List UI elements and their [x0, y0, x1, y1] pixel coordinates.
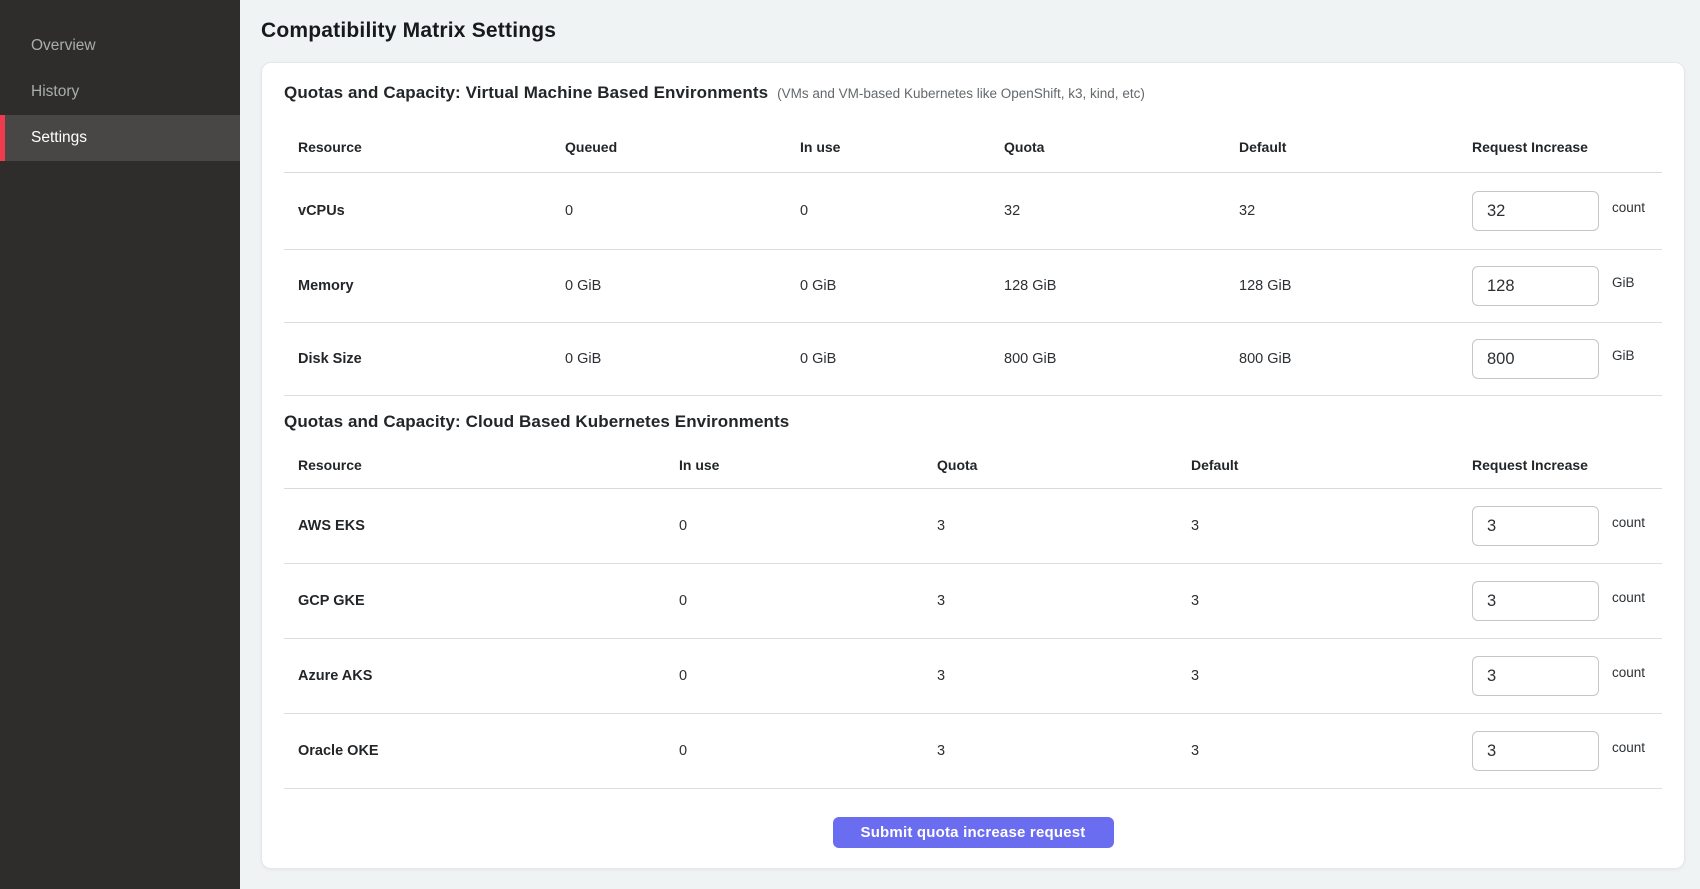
- default-value: 800 GiB: [1239, 351, 1472, 367]
- resource-name: AWS EKS: [298, 518, 679, 534]
- sidebar: Overview History Settings: [0, 0, 240, 889]
- table-row: Memory 0 GiB 0 GiB 128 GiB 128 GiB GiB: [284, 250, 1662, 323]
- in-use-value: 0 GiB: [800, 278, 1004, 294]
- quota-value: 3: [937, 593, 1191, 609]
- request-increase-input[interactable]: [1472, 339, 1599, 379]
- col-request-increase: Request Increase: [1472, 139, 1662, 155]
- queued-value: 0 GiB: [565, 351, 800, 367]
- col-in-use: In use: [679, 457, 937, 473]
- col-resource: Resource: [298, 457, 679, 473]
- sidebar-item-label: Overview: [31, 37, 96, 55]
- cloud-table-header: Resource In use Quota Default Request In…: [284, 438, 1662, 489]
- in-use-value: 0: [679, 743, 937, 759]
- col-default: Default: [1191, 457, 1472, 473]
- table-row: Oracle OKE 0 3 3 count: [284, 714, 1662, 789]
- request-increase-input[interactable]: [1472, 191, 1599, 231]
- table-row: AWS EKS 0 3 3 count: [284, 489, 1662, 564]
- queued-value: 0: [565, 203, 800, 219]
- active-indicator: [0, 115, 5, 161]
- sidebar-item-label: Settings: [31, 129, 87, 147]
- col-in-use: In use: [800, 139, 1004, 155]
- sidebar-item-history[interactable]: History: [0, 69, 240, 115]
- col-resource: Resource: [298, 139, 565, 155]
- submit-row: Submit quota increase request: [284, 817, 1662, 848]
- in-use-value: 0: [679, 518, 937, 534]
- unit-label: GiB: [1612, 348, 1635, 363]
- request-increase-input[interactable]: [1472, 656, 1599, 696]
- queued-value: 0 GiB: [565, 278, 800, 294]
- col-quota: Quota: [937, 457, 1191, 473]
- request-increase-input[interactable]: [1472, 581, 1599, 621]
- unit-label: count: [1612, 590, 1645, 605]
- app-window: Overview History Settings Compatibility …: [0, 0, 1700, 889]
- resource-name: Disk Size: [298, 351, 565, 367]
- in-use-value: 0 GiB: [800, 351, 1004, 367]
- col-request-increase: Request Increase: [1472, 457, 1662, 473]
- unit-label: GiB: [1612, 275, 1635, 290]
- default-value: 3: [1191, 593, 1472, 609]
- request-increase-input[interactable]: [1472, 266, 1599, 306]
- quota-value: 3: [937, 668, 1191, 684]
- default-value: 32: [1239, 203, 1472, 219]
- page-title: Compatibility Matrix Settings: [261, 17, 1685, 45]
- settings-card: Quotas and Capacity: Virtual Machine Bas…: [261, 62, 1685, 869]
- submit-quota-increase-button[interactable]: Submit quota increase request: [833, 817, 1114, 848]
- col-queued: Queued: [565, 139, 800, 155]
- request-increase-input[interactable]: [1472, 506, 1599, 546]
- request-increase-input[interactable]: [1472, 731, 1599, 771]
- in-use-value: 0: [679, 668, 937, 684]
- vm-section-subtitle: (VMs and VM-based Kubernetes like OpenSh…: [777, 86, 1145, 101]
- table-row: GCP GKE 0 3 3 count: [284, 564, 1662, 639]
- resource-name: Azure AKS: [298, 668, 679, 684]
- vm-table-header: Resource Queued In use Quota Default Req…: [284, 109, 1662, 173]
- cloud-section-header: Quotas and Capacity: Cloud Based Kuberne…: [284, 412, 1662, 438]
- resource-name: Memory: [298, 278, 565, 294]
- vm-section-header: Quotas and Capacity: Virtual Machine Bas…: [284, 83, 1662, 109]
- unit-label: count: [1612, 665, 1645, 680]
- default-value: 3: [1191, 668, 1472, 684]
- resource-name: vCPUs: [298, 203, 565, 219]
- quota-value: 32: [1004, 203, 1239, 219]
- cloud-section-title: Quotas and Capacity: Cloud Based Kuberne…: [284, 412, 789, 432]
- main-content: Compatibility Matrix Settings Quotas and…: [240, 0, 1700, 889]
- quota-value: 128 GiB: [1004, 278, 1239, 294]
- unit-label: count: [1612, 740, 1645, 755]
- default-value: 128 GiB: [1239, 278, 1472, 294]
- sidebar-item-overview[interactable]: Overview: [0, 23, 240, 69]
- default-value: 3: [1191, 743, 1472, 759]
- table-row: Azure AKS 0 3 3 count: [284, 639, 1662, 714]
- in-use-value: 0: [800, 203, 1004, 219]
- default-value: 3: [1191, 518, 1472, 534]
- vm-section-title: Quotas and Capacity: Virtual Machine Bas…: [284, 83, 768, 103]
- unit-label: count: [1612, 515, 1645, 530]
- sidebar-item-label: History: [31, 83, 79, 101]
- unit-label: count: [1612, 200, 1645, 215]
- quota-value: 800 GiB: [1004, 351, 1239, 367]
- col-quota: Quota: [1004, 139, 1239, 155]
- quota-value: 3: [937, 518, 1191, 534]
- sidebar-item-settings[interactable]: Settings: [0, 115, 240, 161]
- col-default: Default: [1239, 139, 1472, 155]
- resource-name: GCP GKE: [298, 593, 679, 609]
- in-use-value: 0: [679, 593, 937, 609]
- resource-name: Oracle OKE: [298, 743, 679, 759]
- table-row: Disk Size 0 GiB 0 GiB 800 GiB 800 GiB Gi…: [284, 323, 1662, 396]
- table-row: vCPUs 0 0 32 32 count: [284, 173, 1662, 250]
- quota-value: 3: [937, 743, 1191, 759]
